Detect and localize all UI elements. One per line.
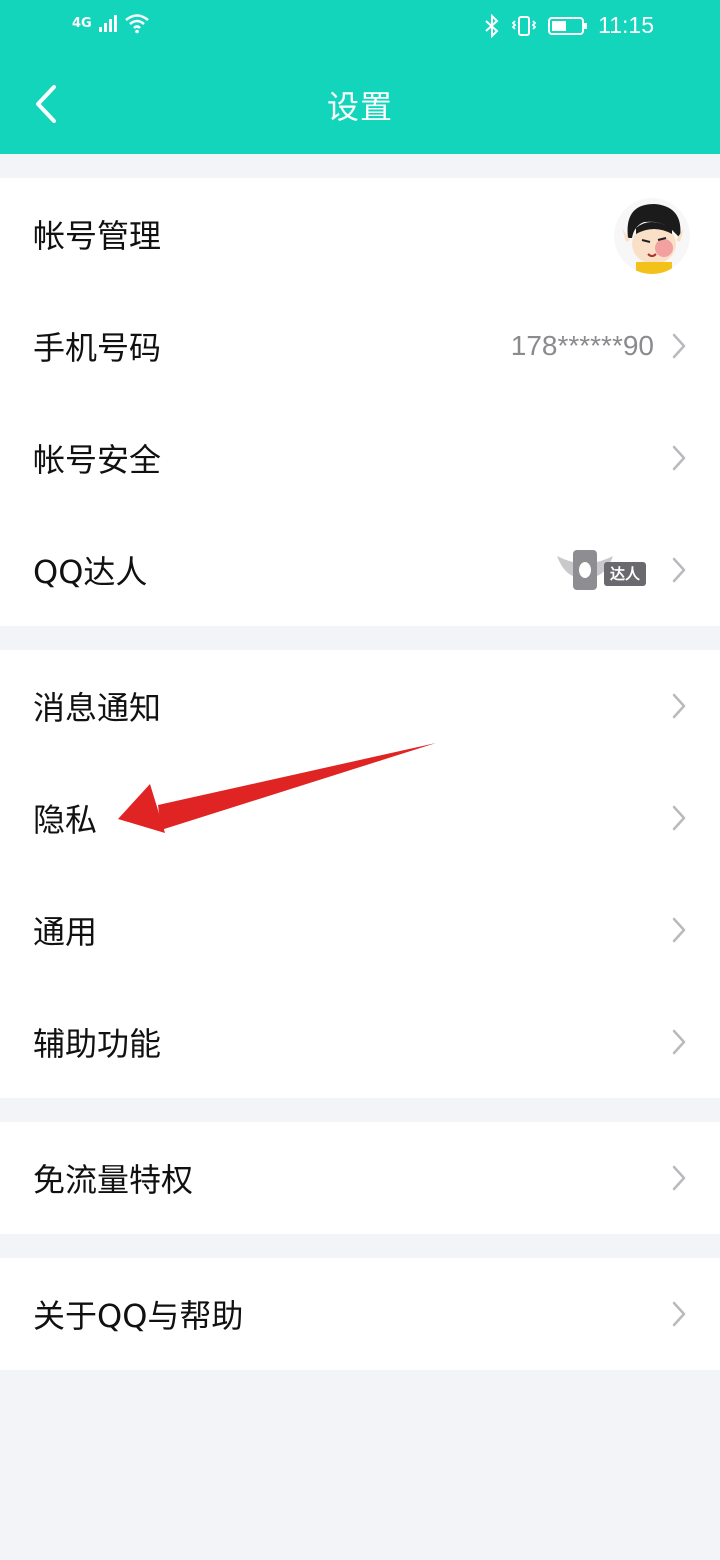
chevron-right-icon [672, 557, 686, 583]
notifications-row[interactable]: 消息通知 [0, 650, 720, 762]
row-label: 帐号管理 [33, 217, 162, 255]
avatar[interactable] [614, 198, 690, 274]
page-title: 设置 [326, 88, 393, 126]
row-label: QQ达人 [33, 553, 148, 591]
settings-group-general: 消息通知 隐私 通用 辅助功能 [0, 650, 720, 1098]
row-label: 辅助功能 [33, 1025, 162, 1063]
chevron-right-icon [672, 445, 686, 471]
account-management-row[interactable]: 帐号管理 [0, 178, 720, 290]
general-row[interactable]: 通用 [0, 874, 720, 986]
row-label: 通用 [33, 913, 98, 951]
account-security-row[interactable]: 帐号安全 [0, 402, 720, 514]
settings-group-data-plan: 免流量特权 [0, 1122, 720, 1234]
network-type: 4G [72, 15, 92, 31]
accessibility-row[interactable]: 辅助功能 [0, 986, 720, 1098]
settings-group-account: 帐号管理 手机号码 178******90 帐号安全 QQ达人 达人 [0, 178, 720, 626]
chevron-right-icon [672, 1029, 686, 1055]
privacy-row[interactable]: 隐私 [0, 762, 720, 874]
free-data-privilege-row[interactable]: 免流量特权 [0, 1122, 720, 1234]
row-label: 消息通知 [33, 689, 162, 727]
vibrate-icon [511, 15, 537, 36]
chevron-right-icon [672, 1301, 686, 1327]
row-label: 关于QQ与帮助 [33, 1297, 244, 1335]
phone-number-row[interactable]: 手机号码 178******90 [0, 290, 720, 402]
talent-badge: 达人 [555, 548, 650, 592]
chevron-right-icon [672, 917, 686, 943]
row-label: 免流量特权 [33, 1161, 194, 1199]
row-label: 隐私 [33, 801, 98, 839]
top-bar: 4G 11:15 设置 [0, 0, 720, 154]
bluetooth-icon [485, 13, 499, 38]
qq-talent-row[interactable]: QQ达人 达人 [0, 514, 720, 626]
row-label: 帐号安全 [33, 441, 162, 479]
battery-icon [548, 16, 588, 35]
phone-number-value: 178******90 [510, 330, 654, 361]
chevron-right-icon [672, 333, 686, 359]
chevron-right-icon [672, 1165, 686, 1191]
settings-group-about: 关于QQ与帮助 [0, 1258, 720, 1370]
chevron-right-icon [672, 693, 686, 719]
signal-icon [98, 15, 117, 32]
about-and-help-row[interactable]: 关于QQ与帮助 [0, 1258, 720, 1370]
cartoon-avatar-icon [614, 198, 690, 274]
status-bar: 4G 11:15 [0, 0, 720, 54]
wifi-icon [124, 14, 149, 34]
row-label: 手机号码 [33, 329, 162, 367]
talent-badge-label: 达人 [603, 562, 646, 586]
chevron-right-icon [672, 805, 686, 831]
clock: 11:15 [598, 12, 654, 38]
